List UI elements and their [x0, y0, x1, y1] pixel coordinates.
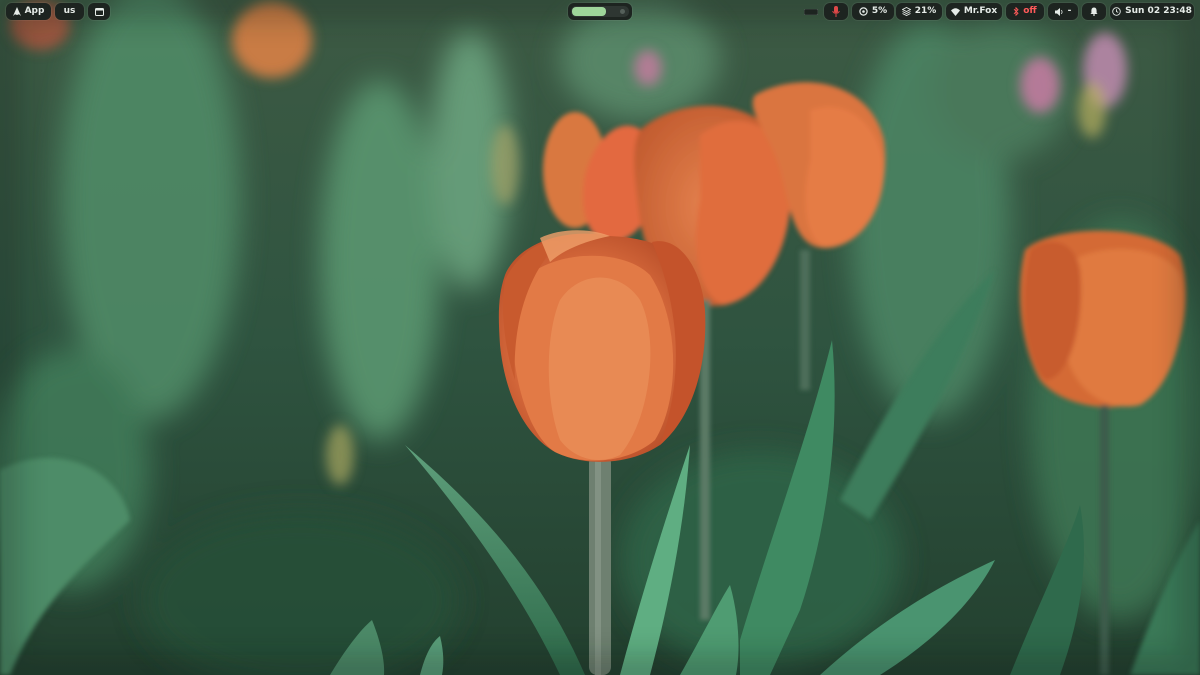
- network-status[interactable]: Mr.Fox: [946, 3, 1002, 20]
- network-ssid: Mr.Fox: [963, 6, 998, 16]
- mic-muted-icon: [832, 6, 840, 17]
- clock-text: Sun 02 23:48: [1125, 6, 1192, 16]
- microphone-button[interactable]: [824, 3, 848, 20]
- workspace-2-indicator[interactable]: [620, 9, 625, 14]
- volume-control[interactable]: -: [1048, 3, 1078, 20]
- workspace-1-indicator[interactable]: [572, 7, 606, 16]
- cpu-icon: [859, 7, 868, 16]
- tray-indicator[interactable]: [802, 3, 820, 20]
- memory-icon: [901, 7, 911, 16]
- desktop-wallpaper: [0, 0, 1200, 675]
- top-panel: App us 5% 21% Mr.Fox off - Sun 02 23:48: [0, 0, 1200, 22]
- bluetooth-icon: [1013, 7, 1019, 16]
- notifications-button[interactable]: [1082, 3, 1106, 20]
- keyboard-layout-button[interactable]: us: [55, 3, 84, 20]
- workspace-track: [571, 6, 629, 17]
- volume-icon: [1054, 7, 1064, 16]
- wifi-icon: [950, 7, 960, 16]
- memory-usage[interactable]: 21%: [896, 3, 942, 20]
- volume-level: -: [1067, 6, 1072, 16]
- clock-icon: [1112, 7, 1121, 16]
- workspace-switcher[interactable]: [568, 3, 632, 20]
- bell-icon: [1090, 7, 1098, 16]
- window-toggle-button[interactable]: [88, 3, 110, 20]
- app-launcher-button[interactable]: App: [6, 3, 51, 20]
- app-launcher-label: App: [24, 6, 45, 16]
- bluetooth-state: off: [1023, 6, 1037, 16]
- cpu-usage-value: 5%: [871, 6, 888, 16]
- cpu-usage[interactable]: 5%: [852, 3, 894, 20]
- arch-logo-icon: [12, 7, 21, 16]
- memory-usage-value: 21%: [914, 6, 937, 16]
- small-rect-icon: [804, 8, 818, 15]
- clock[interactable]: Sun 02 23:48: [1110, 3, 1194, 20]
- keyboard-layout-label: us: [63, 6, 76, 16]
- window-icon: [94, 7, 104, 16]
- bluetooth-status[interactable]: off: [1006, 3, 1044, 20]
